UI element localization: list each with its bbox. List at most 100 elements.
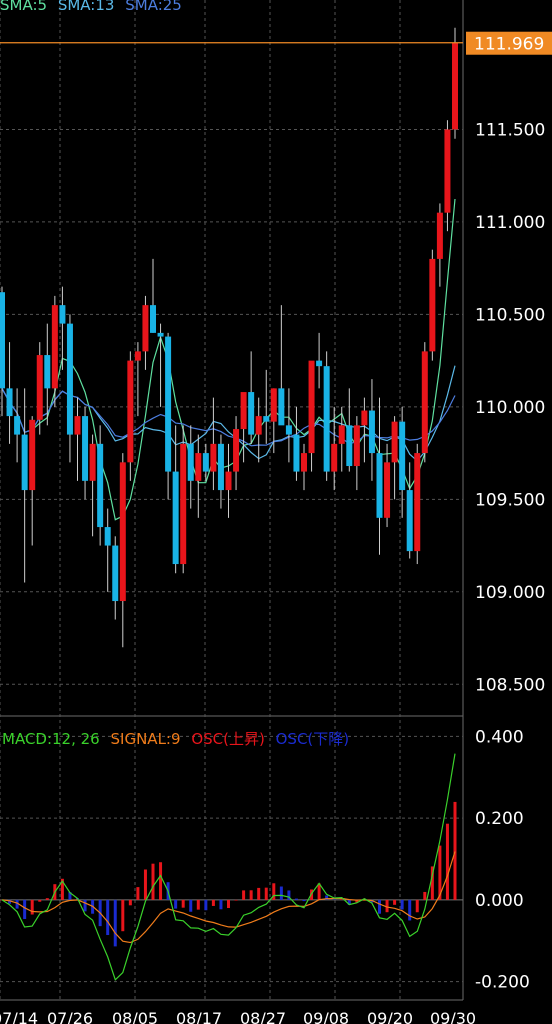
osc-bar [211,899,215,906]
macd-tick-label: -0.200 [475,973,530,993]
current-price-label: 111.969 [474,35,544,55]
candle-body [21,434,28,491]
osc-bar [143,869,147,900]
candle-body [323,366,330,472]
osc-bar [219,899,223,910]
candle-body [338,425,345,444]
osc-bar [234,899,238,901]
candle-body [293,434,300,472]
candle-body [353,425,360,467]
osc-bar [378,899,381,914]
osc-bar [227,899,230,909]
x-tick-label: 08/17 [176,1009,222,1024]
candle-body [217,443,224,491]
osc-bar [151,863,155,900]
candle-body [331,443,338,472]
legend-osc-down: OSC(下降) [275,730,350,748]
osc-bar [332,899,336,900]
candle-body [187,443,194,481]
trading-chart[interactable]: 111.969 111.500 111.000 110.500 110.000 109.… [0,0,552,1024]
osc-bar [106,899,110,936]
candle-body [180,443,187,565]
candle-body [308,360,315,454]
candle-body [301,453,307,472]
osc-bar [393,899,397,905]
osc-bar [121,899,125,932]
macd-legend: MACD:12, 26 SIGNAL:9 OSC(上昇) OSC(下降) [2,730,355,748]
candle-body [0,292,5,389]
candle-body [44,355,51,389]
candle-body [36,355,43,420]
osc-bar [45,898,49,900]
price-legend: SMA:5 SMA:13 SMA:25 [0,0,188,14]
osc-bar [159,862,163,900]
candle-body [119,462,126,602]
macd-tick-label: 0.200 [475,809,524,829]
osc-bar [30,899,34,915]
osc-bar [408,899,412,921]
candle-body [74,416,81,435]
x-tick-label: 07/26 [47,1009,93,1024]
candle-body [316,360,323,367]
x-tick-label: 07/14 [0,1009,38,1024]
legend-sma5: SMA:5 [0,0,48,14]
candle-body [150,305,156,333]
candle-body [195,453,202,481]
candle-body [66,323,73,435]
candle-body [112,545,119,602]
candle-body [270,388,277,422]
price-tick-label: 111.000 [475,213,545,233]
x-tick-label: 09/30 [430,1009,476,1024]
legend-macd: MACD:12, 26 [2,730,100,748]
osc-bar [128,899,132,906]
candle-body [6,388,13,417]
candle-body [255,416,262,435]
macd-tick-label: 0.400 [475,727,524,747]
candle-body [225,471,232,491]
candle-body [97,443,104,528]
candle-body [376,453,383,518]
osc-bar [242,890,246,900]
x-tick-label: 09/20 [367,1009,413,1024]
osc-bar [423,891,427,900]
price-tick-label: 108.500 [475,675,545,695]
osc-bar [204,899,208,911]
candle-body [240,392,247,430]
candle-body [285,425,292,435]
candle-body [172,471,179,565]
candle-body [346,425,353,467]
candle-body [82,416,89,481]
candle-body [59,305,66,324]
x-tick-label: 08/05 [112,1009,158,1024]
candle-body [444,129,451,213]
osc-bar [181,899,185,908]
osc-bar [453,801,457,900]
candle-body [421,351,428,454]
x-tick-label: 08/27 [240,1009,286,1024]
candle-body [104,527,111,546]
candle-body [142,305,149,352]
osc-bar [113,899,117,947]
candle-body [414,453,421,552]
candlesticks: 111.969 [0,27,552,648]
price-tick-label: 110.000 [475,398,545,418]
osc-bar [196,899,200,910]
osc-bar [189,899,193,912]
candle-body [89,443,96,481]
osc-bar [23,899,27,920]
osc-bar [38,899,42,902]
candle-body [391,421,398,463]
candle-body [406,490,413,552]
osc-bar [400,899,404,910]
candle-body [399,421,406,491]
osc-bar [294,898,298,900]
price-tick-label: 111.500 [475,120,545,140]
osc-bar [249,890,253,900]
candle-body [51,305,58,389]
osc-bar [264,887,268,900]
candle-body [134,351,141,361]
osc-bar [83,899,87,912]
candle-body [278,388,285,426]
candle-body [248,392,255,435]
grid [0,0,464,1001]
